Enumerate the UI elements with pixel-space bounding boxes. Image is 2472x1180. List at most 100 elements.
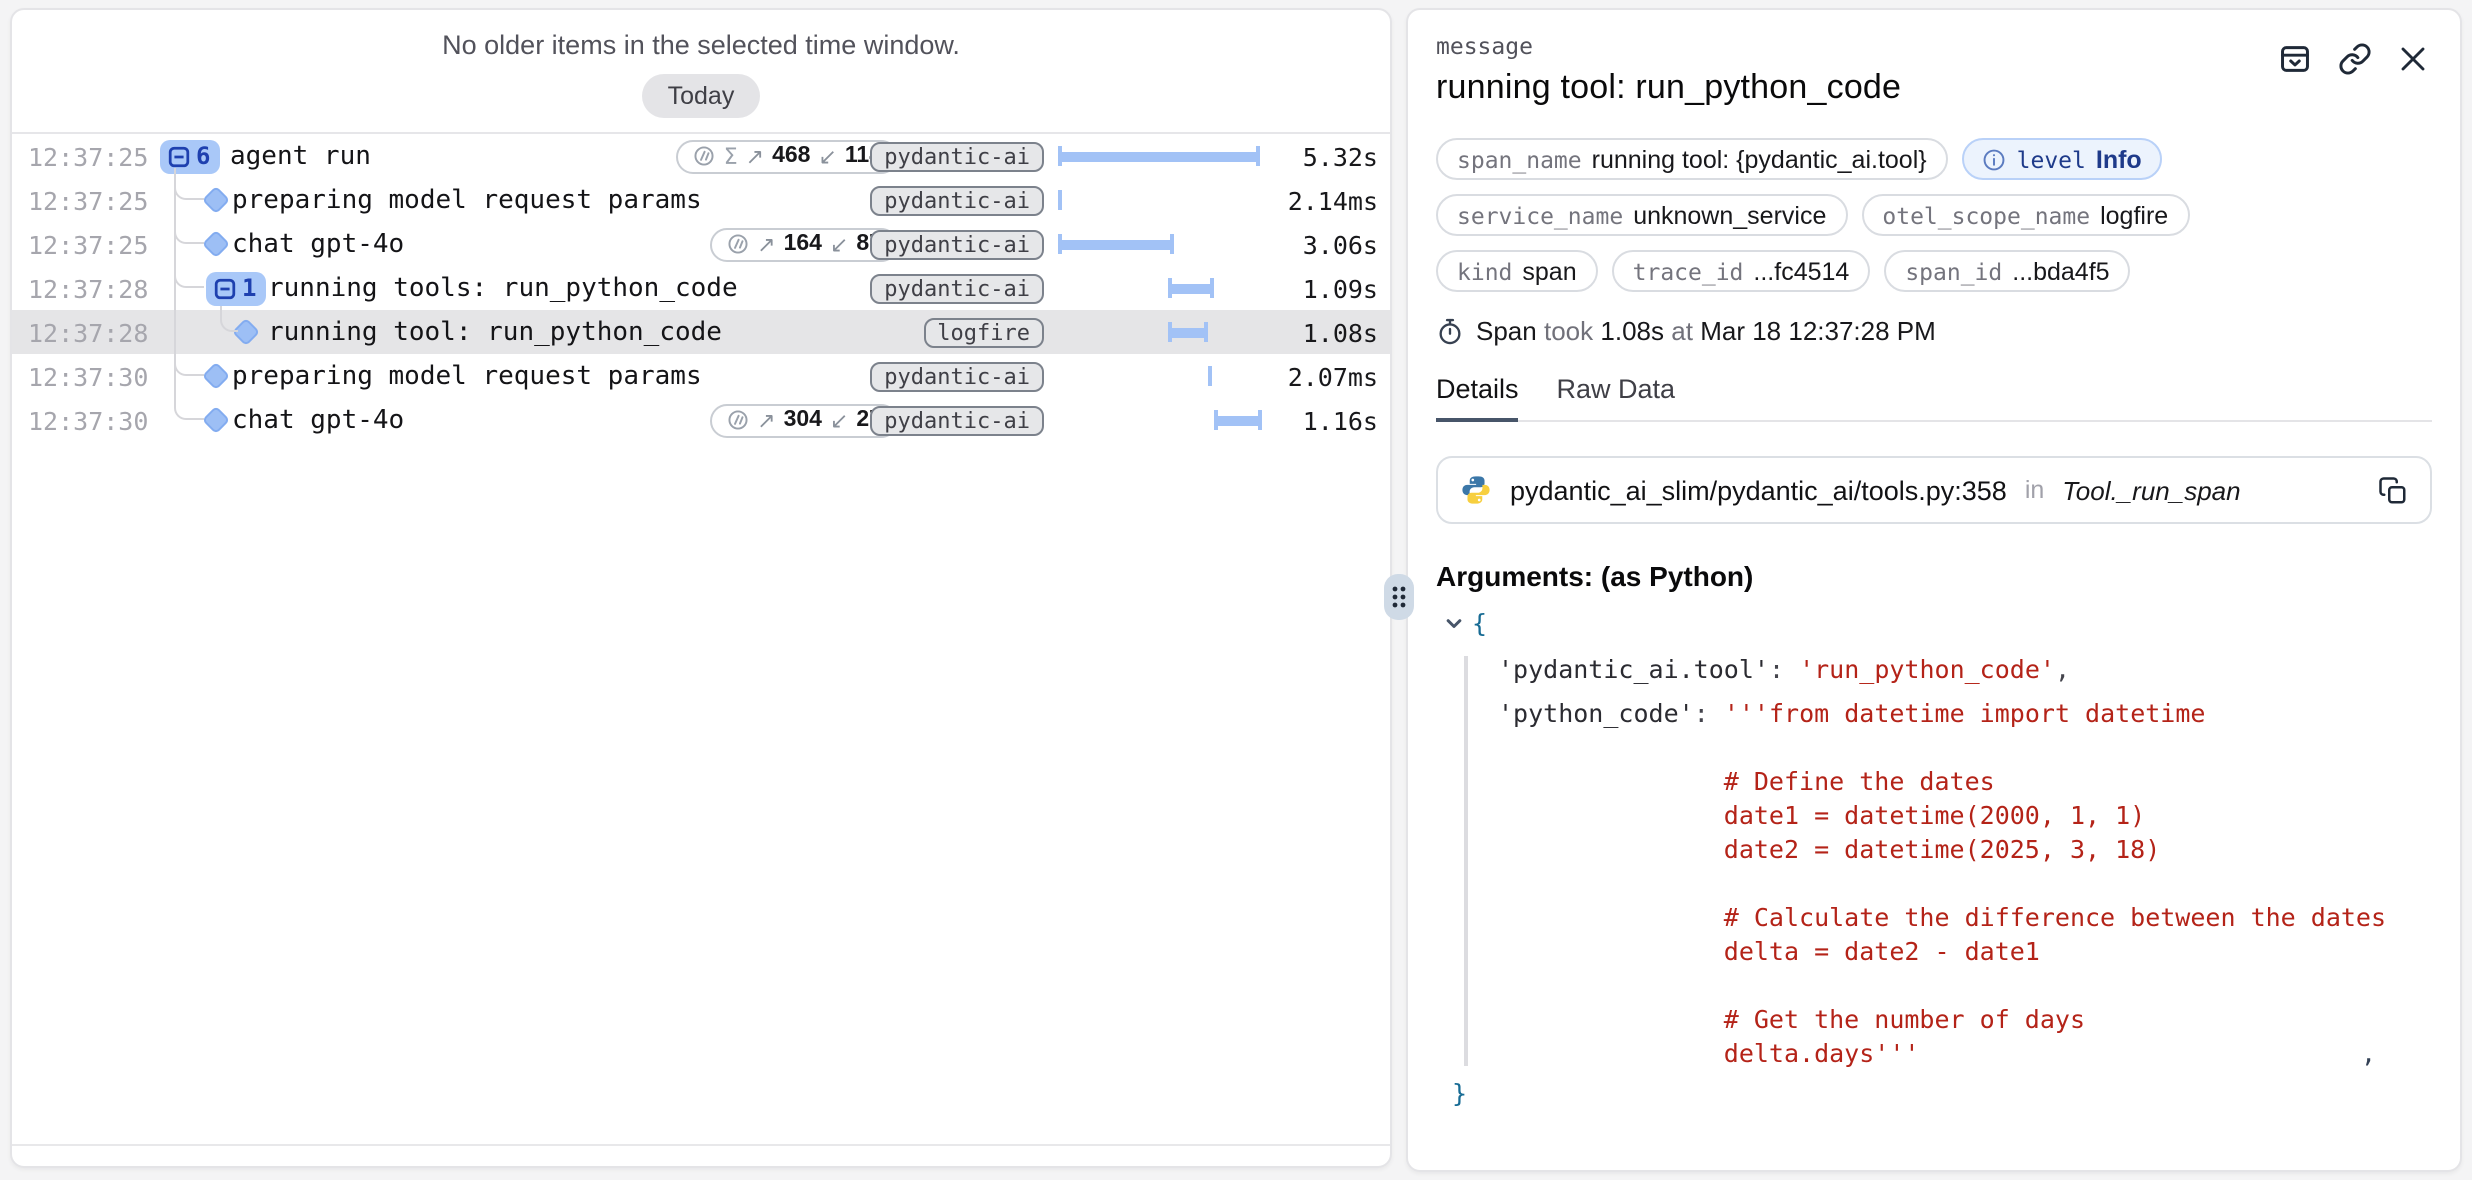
timeline-bar: [1058, 151, 1260, 161]
scope-badge[interactable]: pydantic-ai: [870, 405, 1044, 436]
list-bottom-divider: [12, 1144, 1390, 1146]
tab-details[interactable]: Details: [1436, 374, 1519, 422]
span-duration: 1.16s: [1303, 406, 1378, 436]
span-diamond-icon: [202, 230, 230, 258]
timeline-track: [1058, 134, 1266, 178]
trace-row-timestamp: 12:37:25: [28, 185, 148, 215]
tree-connector: [174, 176, 204, 200]
timeline-bar-cap: [1256, 146, 1260, 166]
code-line: [1436, 866, 2432, 900]
child-count: 1: [242, 274, 256, 302]
scope-badge[interactable]: pydantic-ai: [870, 185, 1044, 216]
collapse-chevron-icon[interactable]: [1444, 613, 1464, 633]
pill-key: span_id: [1905, 257, 2002, 285]
trace-row[interactable]: 12:37:25chat gpt-4o↗164↙87pydantic-ai3.0…: [12, 222, 1390, 266]
trace-row-label: running tools: run_python_code: [268, 273, 738, 303]
attribute-pill-span_name[interactable]: span_namerunning tool: {pydantic_ai.tool…: [1436, 138, 1948, 180]
span-duration: 1.08s: [1303, 318, 1378, 348]
scope-badge[interactable]: logfire: [923, 317, 1044, 348]
attribute-pill-trace_id[interactable]: trace_id...fc4514: [1612, 250, 1871, 292]
today-button[interactable]: Today: [642, 74, 761, 118]
span-diamond-icon: [202, 362, 230, 390]
collapse-minus-icon: [168, 145, 190, 167]
timeline-bar-cap: [1214, 410, 1218, 430]
code-line: # Calculate the difference between the d…: [1436, 900, 2432, 934]
pill-value: unknown_service: [1633, 201, 1826, 229]
timeline-track: [1058, 266, 1266, 310]
timeline-bar-cap: [1258, 410, 1262, 430]
tokens-sent: 468: [772, 144, 810, 168]
panel-resize-handle[interactable]: [1384, 574, 1414, 620]
code-line: 'python_code': '''from datetime import d…: [1436, 696, 2432, 730]
source-location-link[interactable]: pydantic_ai_slim/pydantic_ai/tools.py:35…: [1436, 456, 2432, 524]
child-count: 6: [196, 142, 210, 170]
close-icon[interactable]: [2398, 44, 2428, 74]
trace-row[interactable]: 12:37:30preparing model request paramspy…: [12, 354, 1390, 398]
code-line: # Define the dates: [1436, 764, 2432, 798]
tab-raw-data[interactable]: Raw Data: [1557, 374, 1676, 420]
pill-key: level: [2017, 145, 2086, 173]
tag-row: service_nameunknown_service otel_scope_na…: [1436, 194, 2432, 236]
span-diamond-icon: [202, 186, 230, 214]
timeline-bar-cap: [1170, 234, 1174, 254]
tokens-sent: 304: [784, 408, 822, 432]
received-arrow-icon: ↙: [830, 407, 848, 433]
code-line: delta.days''',: [1436, 1036, 2432, 1070]
scope-badge[interactable]: pydantic-ai: [870, 273, 1044, 304]
attribute-pill-service_name[interactable]: service_nameunknown_service: [1436, 194, 1847, 236]
span-duration: 1.09s: [1303, 274, 1378, 304]
attribute-pill-otel_scope_name[interactable]: otel_scope_namelogfire: [1861, 194, 2189, 236]
span-attribute-pills: span_namerunning tool: {pydantic_ai.tool…: [1436, 138, 2432, 292]
tree-connector: [220, 306, 238, 332]
tree-connector: [174, 264, 204, 288]
pill-value: running tool: {pydantic_ai.tool}: [1592, 145, 1927, 173]
expand-collapse-toggle[interactable]: 1: [206, 271, 266, 305]
timeline-tick: [1058, 190, 1062, 210]
attribute-pill-span_id[interactable]: span_id ...bda4f5: [1884, 250, 2130, 292]
timing-word: at: [1671, 316, 1693, 346]
pill-value: Info: [2096, 145, 2142, 173]
copy-path-button[interactable]: [2378, 475, 2408, 505]
scope-badge[interactable]: pydantic-ai: [870, 141, 1044, 172]
sent-arrow-icon: ↗: [757, 231, 775, 257]
attribute-pill-level[interactable]: level Info: [1962, 138, 2163, 180]
token-coin-icon: [725, 232, 749, 256]
code-line: [1436, 730, 2432, 764]
span-diamond-icon: [202, 406, 230, 434]
timing-word: Span: [1476, 316, 1537, 346]
expand-collapse-toggle[interactable]: 6: [160, 139, 220, 173]
arguments-heading: Arguments: (as Python): [1436, 560, 2432, 592]
span-duration: 3.06s: [1303, 230, 1378, 260]
info-icon: [1983, 147, 2007, 171]
trace-row-timestamp: 12:37:28: [28, 317, 148, 347]
pill-value: ...fc4514: [1753, 257, 1849, 285]
pill-value: span: [1522, 257, 1576, 285]
timeline-track: [1058, 310, 1266, 354]
trace-row[interactable]: 12:37:256agent runΣ↗468↙114pydantic-ai5.…: [12, 134, 1390, 178]
received-arrow-icon: ↙: [818, 143, 836, 169]
trace-row[interactable]: 12:37:28running tool: run_python_codelog…: [12, 310, 1390, 354]
tag-row: span_namerunning tool: {pydantic_ai.tool…: [1436, 138, 2432, 180]
trace-row-timestamp: 12:37:30: [28, 405, 148, 435]
scope-badge[interactable]: pydantic-ai: [870, 229, 1044, 260]
tree-connector: [174, 352, 204, 376]
source-in-word: in: [2025, 476, 2044, 504]
span-timing: Span took 1.08s at Mar 18 12:37:28 PM: [1436, 316, 2432, 346]
timeline-bar: [1168, 283, 1214, 293]
pill-key: kind: [1457, 257, 1512, 285]
code-line: [1436, 968, 2432, 1002]
received-arrow-icon: ↙: [830, 231, 848, 257]
trace-row[interactable]: 12:37:28 1 running tools: run_python_code p…: [12, 266, 1390, 310]
scope-badge[interactable]: pydantic-ai: [870, 361, 1044, 392]
trace-row[interactable]: 12:37:30chat gpt-4o↗304↙27pydantic-ai1.1…: [12, 398, 1390, 442]
arguments-code-block: { 'pydantic_ai.tool': 'run_python_code',…: [1436, 606, 2432, 1110]
timeline-bar-cap: [1168, 278, 1172, 298]
copy-link-icon[interactable]: [2338, 42, 2372, 76]
timeline-track: [1058, 178, 1266, 222]
list-header: No older items in the selected time wind…: [12, 10, 1390, 134]
pill-value: ...bda4f5: [2012, 257, 2109, 285]
trace-row[interactable]: 12:37:25preparing model request paramspy…: [12, 178, 1390, 222]
dock-select-icon[interactable]: [2278, 42, 2312, 76]
attribute-pill-kind[interactable]: kind span: [1436, 250, 1598, 292]
trace-row-timestamp: 12:37:28: [28, 273, 148, 303]
